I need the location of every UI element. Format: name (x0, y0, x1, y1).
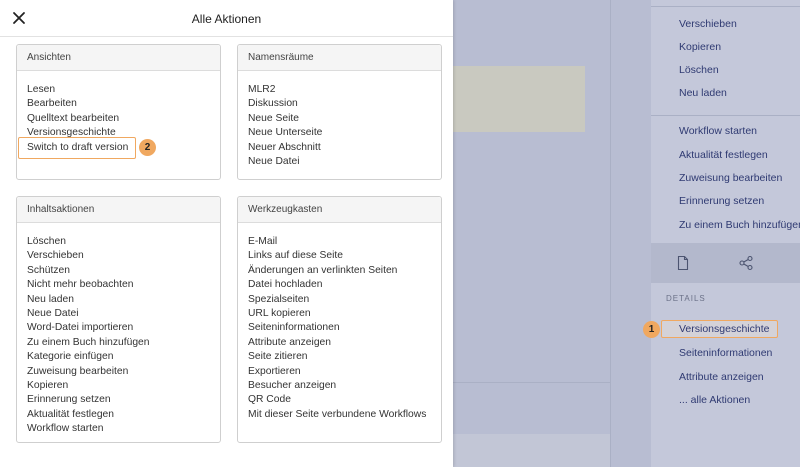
sidebar-item-aktualitaet-festlegen[interactable]: Aktualität festlegen (679, 149, 768, 161)
dialog-title: Alle Aktionen (191, 12, 262, 26)
action-diskussion[interactable]: Diskussion (248, 97, 441, 111)
sidebar-divider (651, 115, 800, 116)
action-besucher-anzeigen[interactable]: Besucher anzeigen (248, 379, 441, 393)
action-schuetzen[interactable]: Schützen (27, 264, 220, 278)
action-seiteninformationen[interactable]: Seiteninformationen (248, 321, 441, 335)
sidebar-item-kopieren[interactable]: Kopieren (679, 41, 721, 53)
action-neue-unterseite[interactable]: Neue Unterseite (248, 126, 441, 140)
panel-inhaltsaktionen: Inhaltsaktionen Löschen Verschieben Schü… (16, 196, 221, 443)
panel-header: Inhaltsaktionen (17, 197, 220, 223)
action-aenderungen-verlinkte-seiten[interactable]: Änderungen an verlinkten Seiten (248, 264, 441, 278)
action-attribute-anzeigen[interactable]: Attribute anzeigen (248, 336, 441, 350)
action-nicht-mehr-beobachten[interactable]: Nicht mehr beobachten (27, 278, 220, 292)
action-neuer-abschnitt[interactable]: Neuer Abschnitt (248, 141, 441, 155)
highlight-switch-to-draft (18, 137, 136, 159)
action-datei-hochladen[interactable]: Datei hochladen (248, 278, 441, 292)
action-aktualitaet-festlegen[interactable]: Aktualität festlegen (27, 408, 220, 422)
background-footer-block (453, 434, 610, 467)
panel-header: Werkzeugkasten (238, 197, 441, 223)
sidebar-item-verschieben[interactable]: Verschieben (679, 18, 737, 30)
action-word-datei-importieren[interactable]: Word-Datei importieren (27, 321, 220, 335)
sidebar-item-attribute-anzeigen[interactable]: Attribute anzeigen (679, 371, 764, 383)
panel-header: Ansichten (17, 45, 220, 71)
action-spezialseiten[interactable]: Spezialseiten (248, 293, 441, 307)
panel-namensraeume: Namensräume MLR2 Diskussion Neue Seite N… (237, 44, 442, 180)
action-neue-seite[interactable]: Neue Seite (248, 112, 441, 126)
sidebar-item-erinnerung-setzen[interactable]: Erinnerung setzen (679, 195, 764, 207)
action-neu-laden[interactable]: Neu laden (27, 293, 220, 307)
sidebar-icon-bar (651, 243, 800, 283)
action-e-mail[interactable]: E-Mail (248, 235, 441, 249)
action-neue-datei[interactable]: Neue Datei (27, 307, 220, 321)
dialog-header: Alle Aktionen (0, 0, 453, 37)
action-url-kopieren[interactable]: URL kopieren (248, 307, 441, 321)
step-badge-1: 1 (643, 321, 660, 338)
action-mlr2[interactable]: MLR2 (248, 83, 441, 97)
details-heading: DETAILS (666, 294, 706, 303)
panel-header: Namensräume (238, 45, 441, 71)
sidebar-item-alle-aktionen[interactable]: ... alle Aktionen (679, 394, 750, 406)
action-lesen[interactable]: Lesen (27, 83, 220, 97)
action-verschieben[interactable]: Verschieben (27, 249, 220, 263)
sidebar-item-loeschen[interactable]: Löschen (679, 64, 719, 76)
sidebar-item-zu-buch-hinzufuegen[interactable]: Zu einem Buch hinzufügen (679, 219, 800, 231)
action-neue-datei[interactable]: Neue Datei (248, 155, 441, 169)
background-pane (611, 0, 651, 467)
action-qr-code[interactable]: QR Code (248, 393, 441, 407)
sidebar-item-seiteninformationen[interactable]: Seiteninformationen (679, 347, 772, 359)
panel-werkzeugkasten: Werkzeugkasten E-Mail Links auf diese Se… (237, 196, 442, 443)
background-content-strip (453, 66, 585, 132)
sidebar-item-versionsgeschichte[interactable]: Versionsgeschichte (679, 323, 769, 335)
share-icon[interactable] (738, 255, 754, 271)
sidebar-item-neu-laden[interactable]: Neu laden (679, 87, 727, 99)
all-actions-dialog: Alle Aktionen Ansichten Lesen Bearbeiten… (0, 0, 453, 467)
sidebar-item-workflow-starten[interactable]: Workflow starten (679, 125, 757, 137)
page-icon[interactable] (675, 255, 691, 271)
action-loeschen[interactable]: Löschen (27, 235, 220, 249)
panel-ansichten: Ansichten Lesen Bearbeiten Quelltext bea… (16, 44, 221, 180)
action-links-auf-diese-seite[interactable]: Links auf diese Seite (248, 249, 441, 263)
sidebar-divider (651, 6, 800, 7)
action-workflow-starten[interactable]: Workflow starten (27, 422, 220, 436)
action-zuweisung-bearbeiten[interactable]: Zuweisung bearbeiten (27, 365, 220, 379)
action-kategorie-einfuegen[interactable]: Kategorie einfügen (27, 350, 220, 364)
actions-sidebar: Verschieben Kopieren Löschen Neu laden W… (651, 0, 800, 467)
action-quelltext-bearbeiten[interactable]: Quelltext bearbeiten (27, 112, 220, 126)
sidebar-item-zuweisung-bearbeiten[interactable]: Zuweisung bearbeiten (679, 172, 782, 184)
action-bearbeiten[interactable]: Bearbeiten (27, 97, 220, 111)
background-divider (453, 382, 610, 383)
action-kopieren[interactable]: Kopieren (27, 379, 220, 393)
action-zu-buch-hinzufuegen[interactable]: Zu einem Buch hinzufügen (27, 336, 220, 350)
action-erinnerung-setzen[interactable]: Erinnerung setzen (27, 393, 220, 407)
action-verbundene-workflows[interactable]: Mit dieser Seite verbundene Workflows (248, 408, 441, 422)
step-badge-2: 2 (139, 139, 156, 156)
action-exportieren[interactable]: Exportieren (248, 365, 441, 379)
action-seite-zitieren[interactable]: Seite zitieren (248, 350, 441, 364)
